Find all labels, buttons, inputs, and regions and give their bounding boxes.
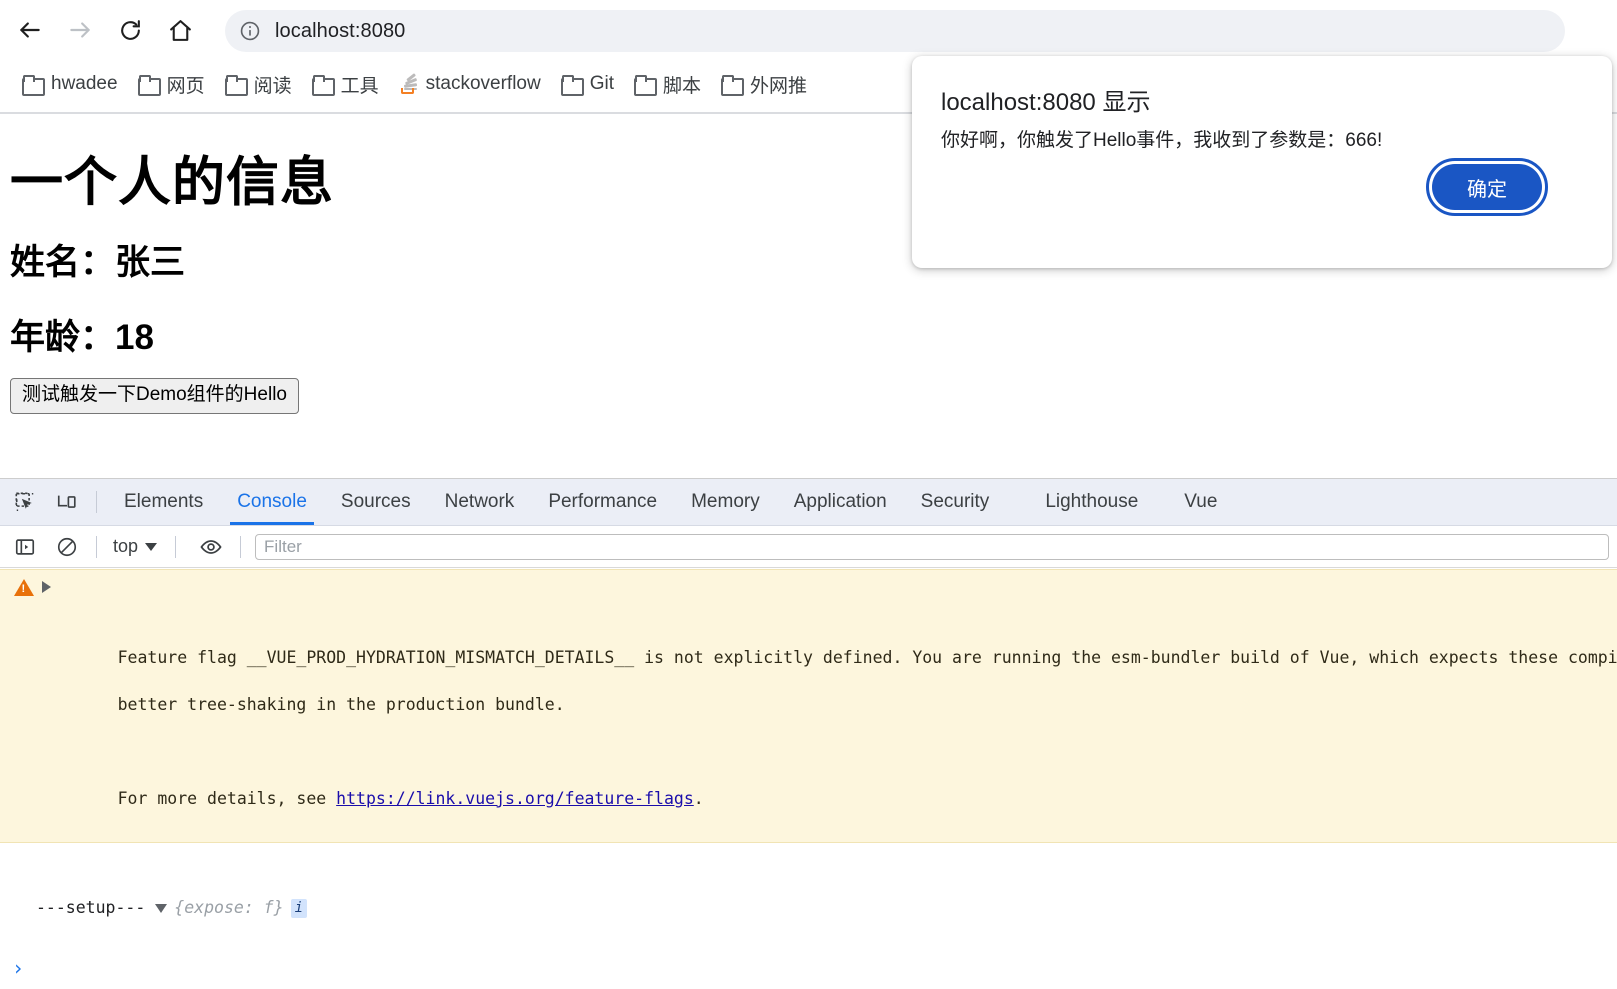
devtools-tabbar: Elements Console Sources Network Perform… [0,479,1617,526]
folder-icon [721,75,745,96]
trigger-hello-button[interactable]: 测试触发一下Demo组件的Hello [10,378,299,414]
toolbar-divider [96,535,97,558]
bookmark-git[interactable]: Git [551,67,624,101]
tab-label: Memory [691,491,760,512]
bookmark-wangye[interactable]: 网页 [128,67,215,101]
dialog-ok-button[interactable]: 确定 [1426,158,1548,216]
warning-text-line3-prefix: For more details, see [117,788,337,808]
chevron-down-icon [145,542,158,551]
tab-label: Lighthouse [1045,491,1139,512]
reload-icon[interactable] [110,10,150,50]
stackoverflow-icon [399,73,417,94]
console-sidebar-icon[interactable] [8,530,42,564]
bookmark-label: stackoverflow [425,73,541,94]
tab-network[interactable]: Network [428,479,532,525]
tab-label: Sources [340,491,411,512]
device-toolbar-icon[interactable] [50,485,84,519]
folder-icon [560,75,584,96]
inspect-element-icon[interactable] [8,485,42,519]
console-prompt[interactable]: › [0,947,1617,989]
folder-icon [311,75,335,96]
bookmark-label: 网页 [166,75,205,97]
setup-log-label: ---setup--- [36,898,146,918]
collapse-arrow-icon[interactable] [155,903,168,913]
execution-context-selector[interactable]: top [107,536,163,557]
vue-feature-flags-link[interactable]: https://link.vuejs.org/feature-flags [336,789,694,808]
info-badge-icon[interactable]: i [290,899,307,918]
console-filter-input[interactable] [255,533,1609,560]
dialog-title: localhost:8080 显示 [941,89,1151,116]
console-toolbar: top [0,526,1617,568]
toolbar-divider [96,491,97,513]
page-title: 一个人的信息 [10,153,334,212]
bookmark-yuedu[interactable]: 阅读 [215,67,302,101]
tab-label: Network [444,491,515,512]
clear-console-icon[interactable] [50,530,84,564]
info-circle-icon[interactable] [233,14,267,48]
devtools-panel: Elements Console Sources Network Perform… [0,478,1617,989]
folder-icon [224,75,248,96]
folder-icon [22,75,45,96]
tab-elements[interactable]: Elements [107,479,220,525]
home-icon[interactable] [160,10,200,50]
toolbar-divider [240,535,242,558]
javascript-alert-dialog: localhost:8080 显示 你好啊，你触发了Hello事件，我收到了参数… [912,56,1612,268]
person-name-line: 姓名：张三 [10,243,186,282]
warning-text-line1: Feature flag __VUE_PROD_HYDRATION_MISMAT… [117,648,1617,668]
address-bar-url: localhost:8080 [275,19,406,42]
back-arrow-icon[interactable] [10,10,50,50]
tab-application[interactable]: Application [777,479,904,525]
bookmark-gongju[interactable]: 工具 [302,67,389,101]
warning-text-line3-suffix: . [693,788,704,808]
tab-label: Elements [124,491,204,512]
console-warning-message[interactable]: Feature flag __VUE_PROD_HYDRATION_MISMAT… [0,569,1617,843]
dialog-message: 你好啊，你触发了Hello事件，我收到了参数是：666! [941,130,1383,151]
bookmark-stackoverflow[interactable]: stackoverflow [389,67,551,101]
warning-text-line2: better tree-shaking in the production bu… [117,695,565,715]
warning-triangle-icon [14,579,34,596]
console-message-list: Feature flag __VUE_PROD_HYDRATION_MISMAT… [0,569,1617,989]
tab-label: Performance [548,491,658,512]
tab-label: Security [920,491,990,512]
bookmark-waiwangtui[interactable]: 外网推 [711,67,817,101]
tab-memory[interactable]: Memory [674,479,777,525]
tab-lighthouse[interactable]: Lighthouse [1028,479,1155,525]
object-preview: {expose: f} [174,898,284,918]
tab-label: Application [793,491,887,512]
tab-security[interactable]: Security [904,479,1007,525]
tab-performance[interactable]: Performance [531,479,674,525]
live-expression-icon[interactable] [194,530,228,564]
forward-arrow-icon[interactable] [60,10,100,50]
prompt-caret-icon: › [12,956,25,980]
bookmark-label: 工具 [340,75,379,97]
tab-sources[interactable]: Sources [324,479,428,525]
folder-icon [137,75,161,96]
browser-toolbar: localhost:8080 [0,0,1617,60]
toolbar-divider [175,535,177,558]
folder-icon [634,75,657,96]
tab-label: Vue [1184,491,1218,512]
bookmark-label: 脚本 [663,75,702,97]
tab-console[interactable]: Console [220,479,324,525]
expand-arrow-icon[interactable] [42,581,51,593]
tab-label: Console [237,491,307,512]
setup-object-header[interactable]: ---setup--- {expose: f} i [36,896,1617,920]
address-bar[interactable]: localhost:8080 [225,10,1565,52]
bookmark-label: 阅读 [253,75,292,97]
bookmark-label: 外网推 [750,75,808,97]
bookmark-jiaoben[interactable]: 脚本 [624,67,711,101]
person-age-line: 年龄：18 [10,318,154,357]
bookmark-hwadee[interactable]: hwadee [12,67,128,101]
bookmark-label: Git [589,73,614,94]
tab-vue[interactable]: Vue [1167,479,1234,525]
execution-context-label: top [113,536,139,556]
bookmark-label: hwadee [51,73,118,94]
